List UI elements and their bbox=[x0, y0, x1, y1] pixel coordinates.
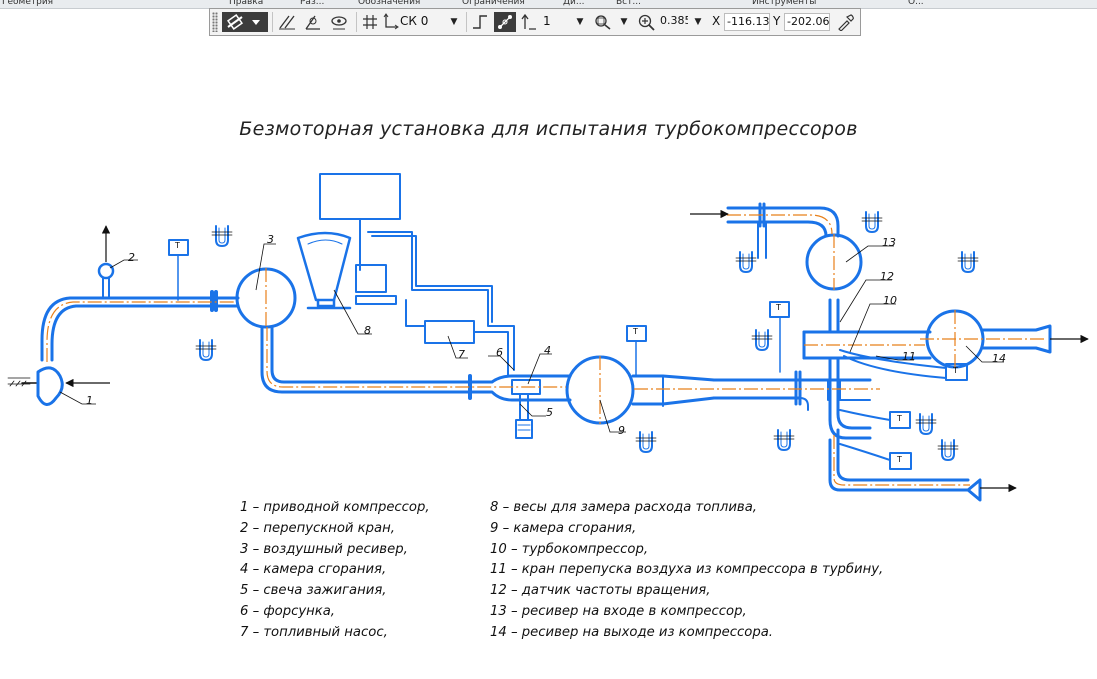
chevron-down-icon[interactable]: ▼ bbox=[692, 12, 704, 32]
callout-5: 5 bbox=[546, 406, 553, 419]
legend-item: 11 – кран перепуска воздуха из компрессо… bbox=[490, 562, 884, 578]
panel-tab-tools[interactable]: Инструменты bbox=[752, 0, 816, 8]
bypass-valve bbox=[97, 262, 115, 299]
snap-mode-button[interactable] bbox=[222, 12, 268, 32]
drive-compressor bbox=[7, 296, 240, 406]
coord-system-value[interactable]: СК 0 bbox=[400, 14, 428, 28]
callout-2: 2 bbox=[128, 251, 135, 264]
callout-11: 11 bbox=[902, 350, 916, 363]
round-mode-button[interactable] bbox=[494, 12, 516, 32]
sensor-label: Т bbox=[175, 241, 180, 250]
chevron-down-icon[interactable]: ▼ bbox=[618, 12, 630, 32]
legend-item: 14 – ресивер на выходе из компрессора. bbox=[490, 624, 773, 640]
fuel-scales bbox=[296, 231, 352, 302]
zoom-window-icon bbox=[595, 15, 611, 30]
zoom-in-icon bbox=[638, 14, 655, 31]
air-receiver bbox=[235, 267, 297, 329]
callout-14: 14 bbox=[992, 352, 1006, 365]
callout-7: 7 bbox=[458, 348, 465, 361]
callout-9: 9 bbox=[618, 424, 625, 437]
grid-icon bbox=[363, 15, 377, 29]
x-coordinate-field[interactable]: -116.130 bbox=[724, 13, 770, 31]
local-snap-button[interactable] bbox=[276, 12, 298, 32]
zoom-button[interactable] bbox=[636, 12, 656, 32]
legend-item: 9 – камера сгорания, bbox=[490, 520, 637, 536]
sensor-label: Т bbox=[897, 414, 902, 423]
callout-1: 1 bbox=[86, 394, 93, 407]
coord-system-icon-button[interactable] bbox=[382, 12, 400, 32]
show-points-button[interactable] bbox=[328, 12, 350, 32]
y-label: Y bbox=[773, 14, 781, 28]
x-label: X bbox=[712, 14, 721, 28]
panel-tab-dimensions[interactable]: Раз... bbox=[300, 0, 324, 8]
step-button[interactable] bbox=[520, 12, 538, 32]
current-state-toolbar: СК 0 ▼ 1 ▼ ▼ 0.385 ▼ X -116.130 Y -202.0… bbox=[209, 8, 861, 36]
panel-tab-edit[interactable]: Правка bbox=[229, 0, 263, 8]
combustion-chamber bbox=[565, 355, 635, 425]
zoom-frame-button[interactable] bbox=[592, 12, 614, 32]
eye-icon bbox=[331, 16, 347, 30]
legend-item: 4 – камера сгорания, bbox=[240, 562, 387, 578]
chevron-down-icon[interactable]: ▼ bbox=[574, 12, 586, 32]
callout-4: 4 bbox=[544, 344, 551, 357]
legend-item: 10 – турбокомпрессор, bbox=[490, 541, 649, 557]
fuel-pump bbox=[424, 320, 475, 344]
legend-item: 2 – перепускной кран, bbox=[240, 520, 395, 536]
callout-8: 8 bbox=[364, 324, 371, 337]
legend-item: 6 – форсунка, bbox=[240, 603, 335, 619]
parallel-snap-icon bbox=[279, 15, 295, 30]
panel-tab-constraints[interactable]: Ограничения bbox=[462, 0, 525, 8]
sensor-label: Т bbox=[776, 303, 781, 312]
legend-item: 8 – весы для замера расхода топлива, bbox=[490, 500, 757, 515]
y-coordinate-field[interactable]: -202.065 bbox=[784, 13, 830, 31]
step-value[interactable]: 1 bbox=[543, 14, 551, 28]
chevron-down-icon[interactable]: ▼ bbox=[448, 12, 460, 32]
legend-left: 1 – приводной компрессор, 2 – перепускно… bbox=[240, 498, 430, 644]
eyedropper-button[interactable] bbox=[834, 12, 856, 32]
eyedropper-icon bbox=[838, 14, 854, 31]
callout-13: 13 bbox=[882, 236, 896, 249]
angle-icon bbox=[305, 15, 320, 30]
step-cursor-icon bbox=[521, 13, 536, 30]
coordinate-axes-icon bbox=[383, 13, 399, 30]
snap-icon bbox=[226, 13, 260, 31]
diagram-title: Безмоторная установка для испытания турб… bbox=[239, 118, 858, 140]
legend-item: 12 – датчик частоты вращения, bbox=[490, 583, 711, 599]
inlet-receiver bbox=[805, 233, 863, 291]
panel-tab-other[interactable]: О... bbox=[908, 0, 924, 8]
zoom-value[interactable]: 0.385 bbox=[658, 13, 688, 31]
grid-button[interactable] bbox=[360, 12, 380, 32]
legend-item: 1 – приводной компрессор, bbox=[240, 500, 430, 515]
callout-10: 10 bbox=[883, 294, 897, 307]
panel-tab-insert[interactable]: Вст... bbox=[616, 0, 641, 8]
legend-item: 5 – свеча зажигания, bbox=[240, 583, 387, 599]
callout-12: 12 bbox=[880, 270, 894, 283]
legend-item: 7 – топливный насос, bbox=[240, 624, 388, 640]
legend-right: 8 – весы для замера расхода топлива, 9 –… bbox=[490, 498, 883, 644]
panel-tab-geometry[interactable]: Геометрия bbox=[2, 0, 53, 8]
sensor-label: Т bbox=[633, 327, 638, 336]
sensor-label: Т bbox=[897, 455, 902, 464]
panel-tab-diagnostics[interactable]: Ди... bbox=[563, 0, 584, 8]
outlet-receiver bbox=[925, 309, 985, 369]
legend-item: 13 – ресивер на входе в компрессор, bbox=[490, 603, 747, 619]
step-line-icon bbox=[473, 15, 487, 29]
nodes-icon bbox=[498, 15, 512, 29]
legend-item: 3 – воздушный ресивер, bbox=[240, 541, 408, 557]
panel-tab-designations[interactable]: Обозначения bbox=[358, 0, 420, 8]
sensor-label: Т bbox=[953, 366, 958, 375]
callout-6: 6 bbox=[496, 346, 503, 359]
callout-3: 3 bbox=[267, 233, 274, 246]
fuel-tank bbox=[319, 173, 401, 220]
angle-snap-button[interactable] bbox=[302, 12, 324, 32]
toolbar-grip[interactable] bbox=[212, 12, 218, 32]
orthogonal-mode-button[interactable] bbox=[470, 12, 490, 32]
